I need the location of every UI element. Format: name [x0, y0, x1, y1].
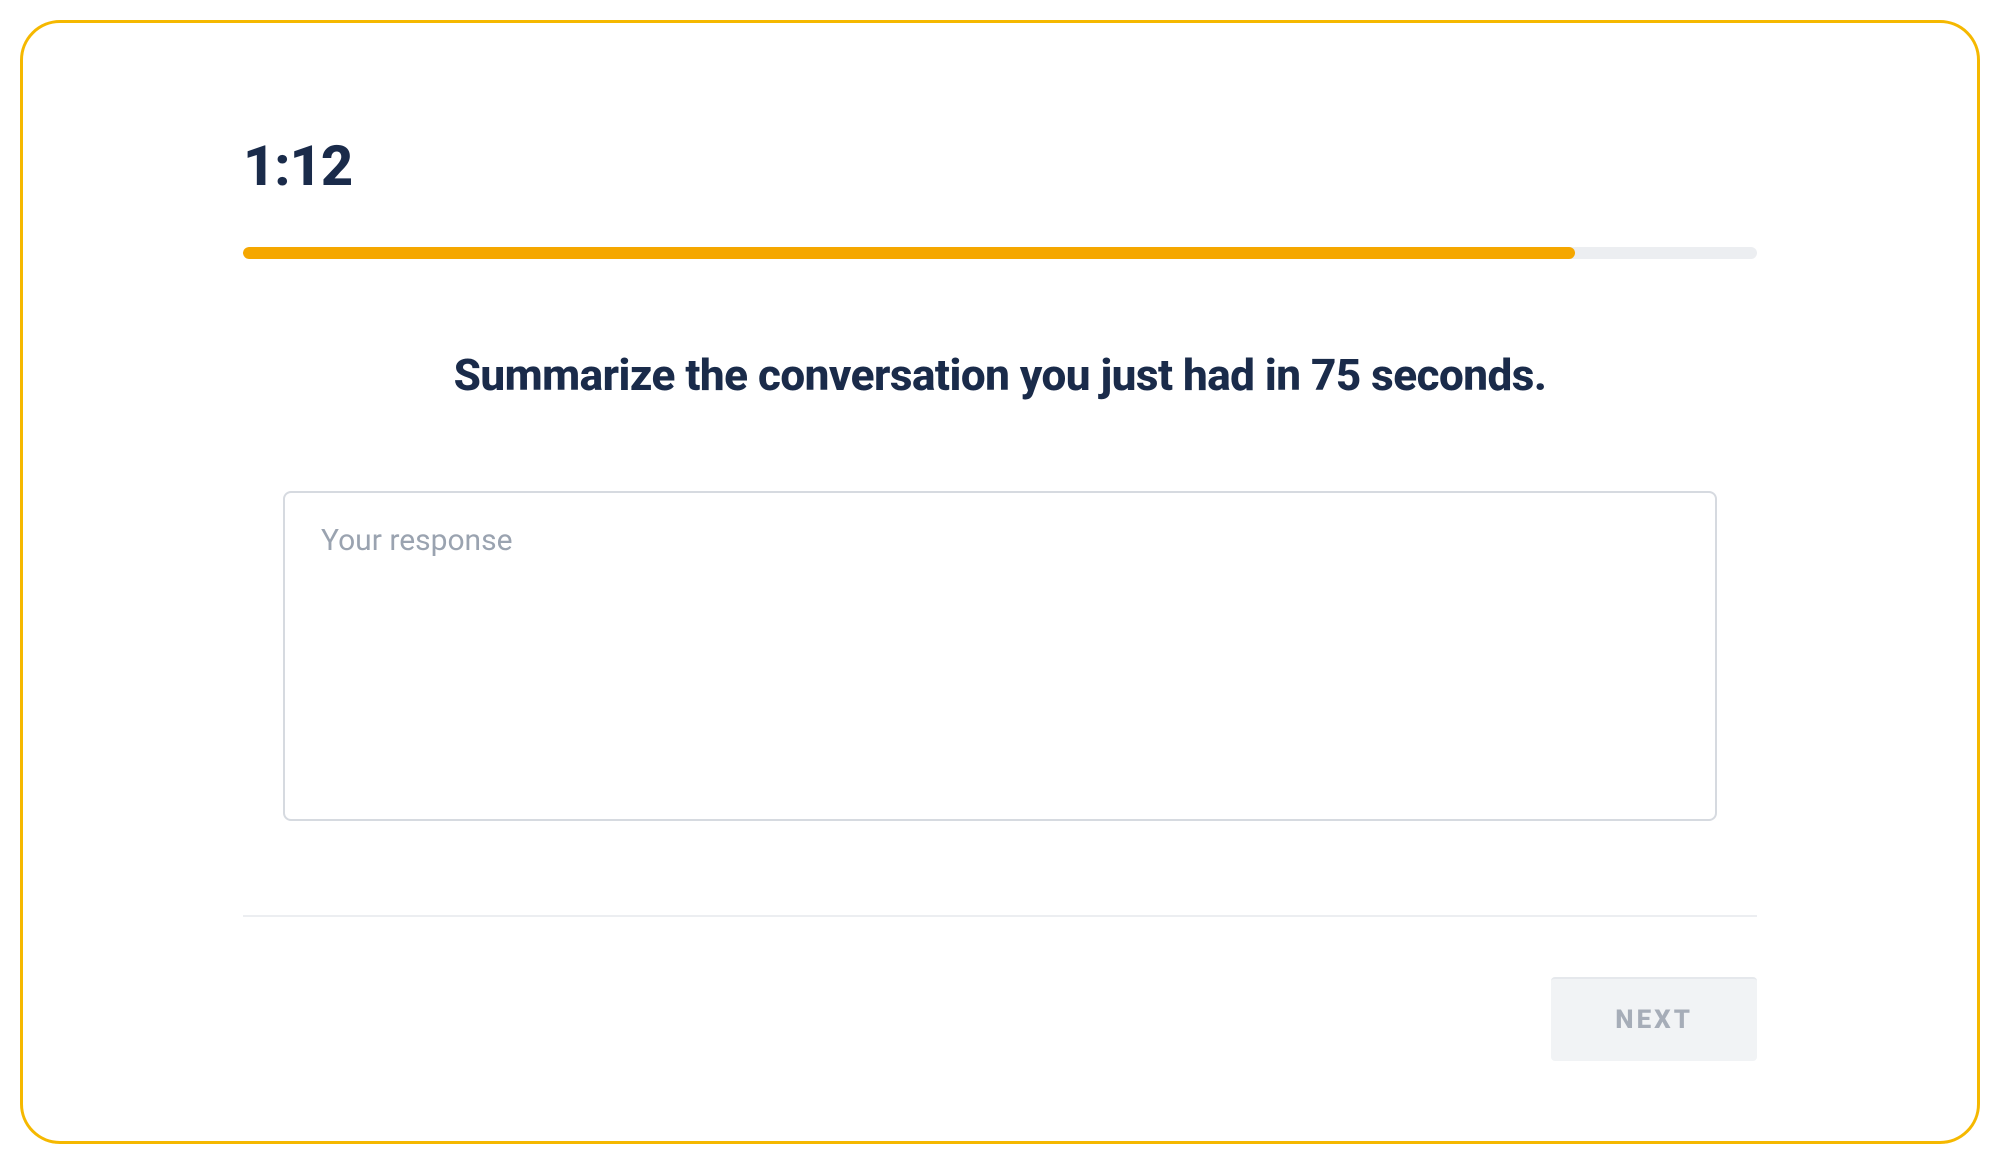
next-button[interactable]: NEXT	[1551, 977, 1757, 1061]
task-card: 1:12 Summarize the conversation you just…	[20, 20, 1980, 1144]
divider	[243, 915, 1757, 917]
progress-bar	[243, 247, 1757, 259]
footer: NEXT	[243, 977, 1757, 1061]
response-wrapper	[243, 491, 1757, 825]
prompt-text: Summarize the conversation you just had …	[243, 349, 1757, 401]
timer: 1:12	[243, 133, 1757, 199]
response-input[interactable]	[283, 491, 1717, 821]
progress-fill	[243, 247, 1575, 259]
